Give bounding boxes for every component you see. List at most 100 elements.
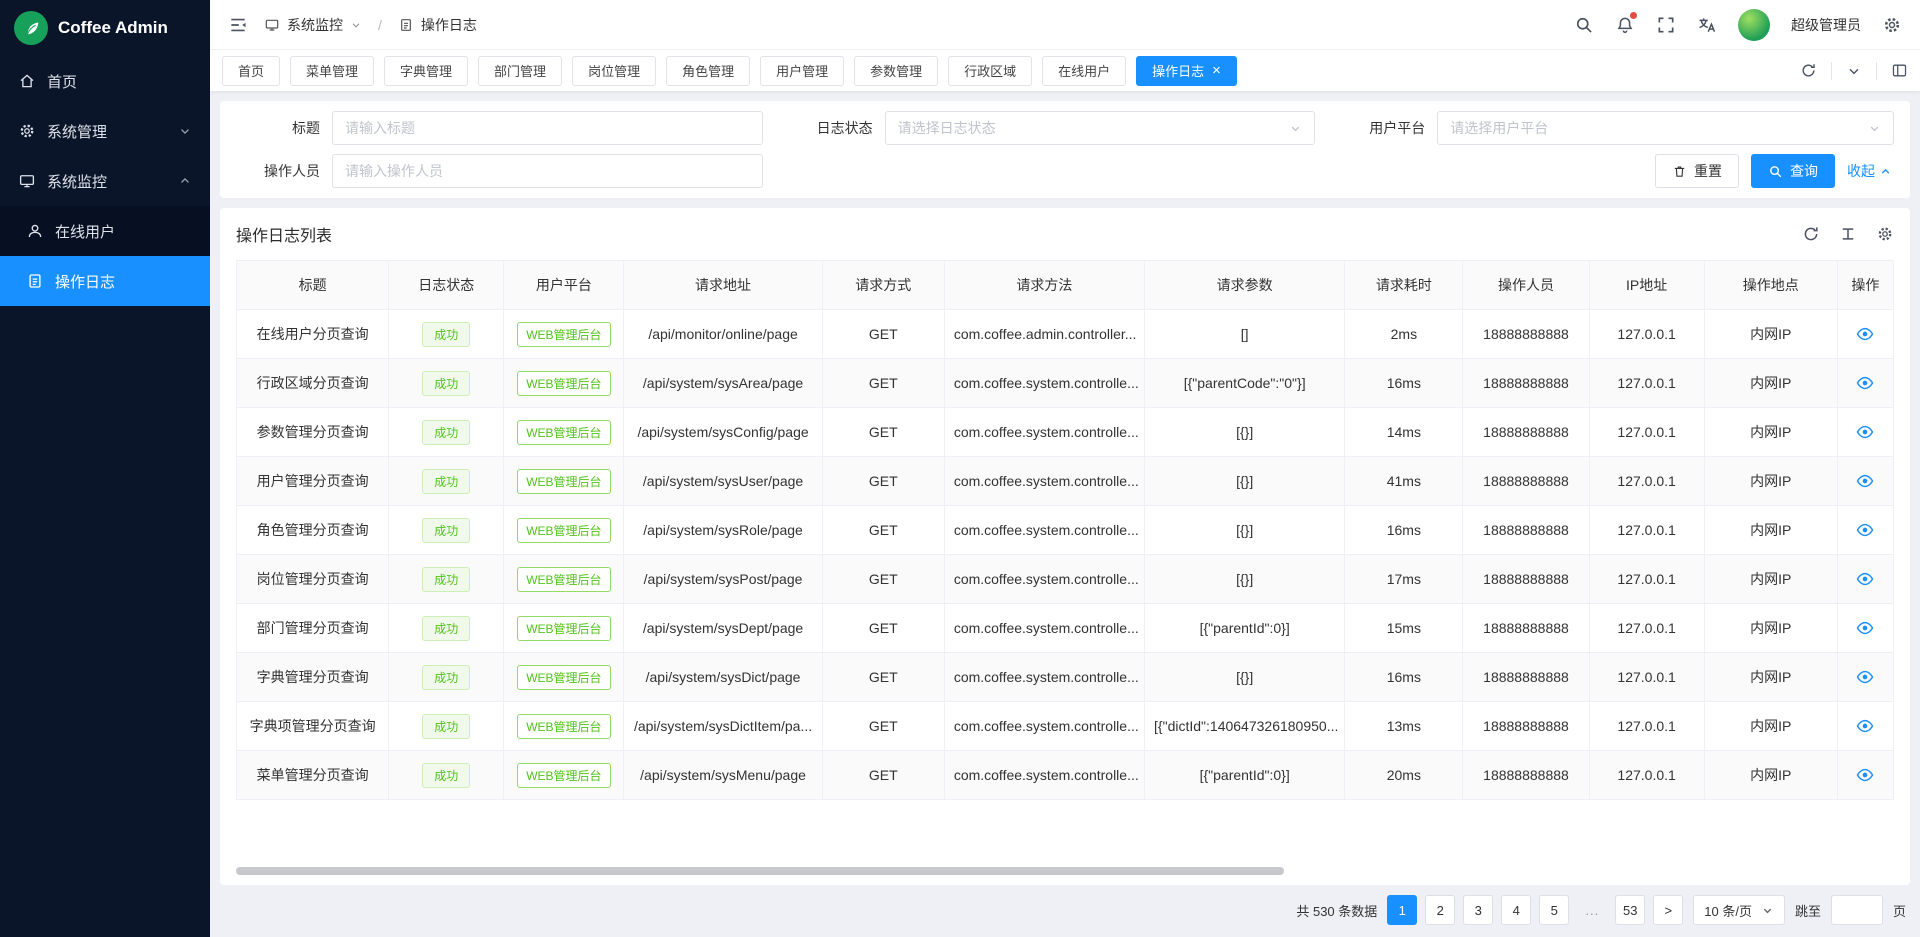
header-actions: 超级管理员 xyxy=(1574,9,1902,41)
cell-action xyxy=(1837,751,1893,800)
column-header: IP地址 xyxy=(1589,261,1704,310)
page-unit-label: 页 xyxy=(1893,901,1906,920)
cell-func: com.coffee.system.controlle... xyxy=(944,359,1144,408)
page-button[interactable]: 53 xyxy=(1615,895,1645,925)
page-size-select[interactable]: 10 条/页 xyxy=(1693,895,1785,925)
cell-ip: 127.0.0.1 xyxy=(1589,408,1704,457)
tab-close-icon[interactable]: × xyxy=(1212,63,1221,78)
page-button[interactable]: 3 xyxy=(1463,895,1493,925)
top-header: 系统监控 / 操作日志 超级管理员 xyxy=(210,0,1920,49)
horizontal-scrollbar[interactable] xyxy=(236,867,1284,875)
cell-platform: WEB管理后台 xyxy=(504,506,624,555)
cell-url: /api/system/sysRole/page xyxy=(624,506,822,555)
tab-item[interactable]: 字典管理 xyxy=(384,56,468,86)
settings-icon[interactable] xyxy=(1882,15,1902,35)
reset-button[interactable]: 重置 xyxy=(1655,154,1739,188)
sidebar-item-online-users[interactable]: 在线用户 xyxy=(0,206,210,256)
view-detail-eye-icon[interactable] xyxy=(1856,472,1874,490)
jump-page-input[interactable] xyxy=(1831,895,1883,925)
chevron-up-icon xyxy=(1879,165,1892,178)
density-icon[interactable] xyxy=(1839,225,1857,243)
view-detail-eye-icon[interactable] xyxy=(1856,374,1874,392)
breadcrumb-item-monitor[interactable]: 系统监控 xyxy=(264,15,362,35)
tab-item[interactable]: 角色管理 xyxy=(666,56,750,86)
cell-title: 在线用户分页查询 xyxy=(237,310,389,359)
operator-input[interactable] xyxy=(332,154,763,188)
cell-title: 菜单管理分页查询 xyxy=(237,751,389,800)
view-detail-eye-icon[interactable] xyxy=(1856,717,1874,735)
user-name[interactable]: 超级管理员 xyxy=(1791,15,1861,35)
chevron-down-icon[interactable] xyxy=(1846,63,1862,79)
page-button[interactable]: 1 xyxy=(1387,895,1417,925)
gear-icon xyxy=(18,122,36,140)
platform-tag: WEB管理后台 xyxy=(517,518,610,543)
field-label: 标题 xyxy=(236,118,332,138)
bell-icon[interactable] xyxy=(1615,15,1635,35)
view-detail-eye-icon[interactable] xyxy=(1856,619,1874,637)
title-input[interactable] xyxy=(332,111,763,145)
tab-label: 部门管理 xyxy=(494,61,546,80)
page-button[interactable]: 4 xyxy=(1501,895,1531,925)
tab-item[interactable]: 岗位管理 xyxy=(572,56,656,86)
view-detail-eye-icon[interactable] xyxy=(1856,668,1874,686)
view-detail-eye-icon[interactable] xyxy=(1856,423,1874,441)
monitor-icon xyxy=(264,17,280,33)
cell-duration: 16ms xyxy=(1345,506,1463,555)
next-page-button[interactable]: > xyxy=(1653,895,1683,925)
refresh-icon[interactable] xyxy=(1802,225,1820,243)
page-button[interactable]: 2 xyxy=(1425,895,1455,925)
cell-action xyxy=(1837,359,1893,408)
sidebar-item-system-monitor[interactable]: 系统监控 xyxy=(0,156,210,206)
cell-location: 内网IP xyxy=(1704,653,1837,702)
search-button[interactable]: 查询 xyxy=(1751,154,1835,188)
sidebar-item-home[interactable]: 首页 xyxy=(0,56,210,106)
cell-method: GET xyxy=(822,310,944,359)
view-detail-eye-icon[interactable] xyxy=(1856,766,1874,784)
log-status-select[interactable]: 请选择日志状态 xyxy=(885,111,1316,145)
breadcrumb-label: 系统监控 xyxy=(287,15,343,35)
filter-field-log-status: 日志状态 请选择日志状态 xyxy=(789,111,1342,145)
cell-params: [{}] xyxy=(1145,408,1345,457)
tab-item[interactable]: 操作日志× xyxy=(1136,56,1237,86)
search-icon[interactable] xyxy=(1574,15,1594,35)
collapse-filter-link[interactable]: 收起 xyxy=(1847,161,1892,181)
sidebar-item-label: 系统管理 xyxy=(47,121,107,142)
tab-item[interactable]: 用户管理 xyxy=(760,56,844,86)
cell-location: 内网IP xyxy=(1704,555,1837,604)
tab-item[interactable]: 首页 xyxy=(222,56,280,86)
tab-item[interactable]: 参数管理 xyxy=(854,56,938,86)
divider xyxy=(1876,62,1877,80)
cell-operator: 18888888888 xyxy=(1463,555,1589,604)
fullscreen-icon[interactable] xyxy=(1656,15,1676,35)
tab-item[interactable]: 菜单管理 xyxy=(290,56,374,86)
cell-func: com.coffee.system.controlle... xyxy=(944,408,1144,457)
logo[interactable]: Coffee Admin xyxy=(0,0,210,56)
cell-operator: 18888888888 xyxy=(1463,310,1589,359)
layout-toggle-icon[interactable] xyxy=(1891,62,1908,79)
translate-icon[interactable] xyxy=(1697,15,1717,35)
tab-label: 首页 xyxy=(238,61,264,80)
avatar[interactable] xyxy=(1738,9,1770,41)
sidebar-item-operation-log[interactable]: 操作日志 xyxy=(0,256,210,306)
sidebar-item-system-management[interactable]: 系统管理 xyxy=(0,106,210,156)
platform-tag: WEB管理后台 xyxy=(517,469,610,494)
status-badge: 成功 xyxy=(422,714,470,739)
breadcrumb-item-operation-log[interactable]: 操作日志 xyxy=(398,15,477,35)
refresh-icon[interactable] xyxy=(1800,62,1817,79)
card-header: 操作日志列表 xyxy=(236,208,1894,260)
tab-item[interactable]: 在线用户 xyxy=(1042,56,1126,86)
view-detail-eye-icon[interactable] xyxy=(1856,325,1874,343)
column-settings-icon[interactable] xyxy=(1876,225,1894,243)
column-header: 日志状态 xyxy=(389,261,504,310)
view-detail-eye-icon[interactable] xyxy=(1856,521,1874,539)
cell-duration: 2ms xyxy=(1345,310,1463,359)
tab-item[interactable]: 行政区域 xyxy=(948,56,1032,86)
view-detail-eye-icon[interactable] xyxy=(1856,570,1874,588)
platform-tag: WEB管理后台 xyxy=(517,714,610,739)
column-header: 标题 xyxy=(237,261,389,310)
user-platform-select[interactable]: 请选择用户平台 xyxy=(1437,111,1894,145)
tab-item[interactable]: 部门管理 xyxy=(478,56,562,86)
page-button[interactable]: 5 xyxy=(1539,895,1569,925)
cell-action xyxy=(1837,457,1893,506)
sidebar-collapse-icon[interactable] xyxy=(228,15,248,35)
